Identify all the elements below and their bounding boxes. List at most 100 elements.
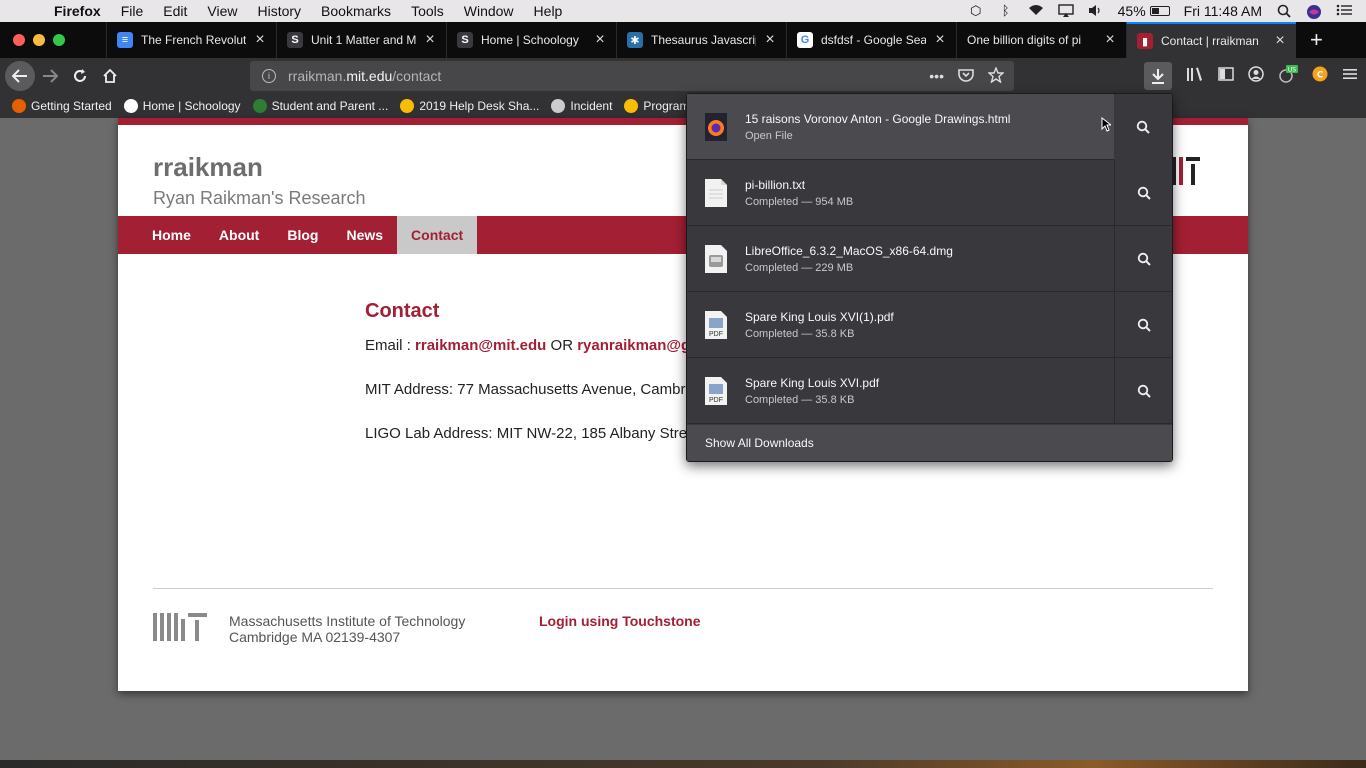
download-item[interactable]: 15 raisons Voronov Anton - Google Drawin… bbox=[687, 94, 1172, 160]
home-button[interactable] bbox=[95, 61, 125, 91]
nav-blog[interactable]: Blog bbox=[273, 216, 332, 254]
zoom-window-button[interactable] bbox=[53, 34, 65, 46]
tab-favicon-icon: G bbox=[797, 32, 813, 48]
show-in-folder-button[interactable] bbox=[1114, 160, 1172, 226]
nav-contact[interactable]: Contact bbox=[397, 216, 478, 254]
battery-indicator[interactable]: 45% bbox=[1118, 3, 1170, 19]
menu-history[interactable]: History bbox=[257, 3, 301, 19]
menu-edit[interactable]: Edit bbox=[163, 3, 187, 19]
email-link-mit[interactable]: rraikman@mit.edu bbox=[415, 337, 546, 354]
page-actions-icon[interactable]: ••• bbox=[929, 68, 944, 84]
download-item[interactable]: pi-billion.txt Completed — 954 MB bbox=[687, 160, 1172, 226]
pdf-file-icon: PDF bbox=[704, 376, 728, 406]
site-info-icon[interactable]: i bbox=[262, 69, 276, 83]
touchstone-login-link[interactable]: Login using Touchstone bbox=[539, 613, 701, 629]
reload-button[interactable] bbox=[65, 61, 95, 91]
email-link-gmail[interactable]: ryanraikman@g bbox=[577, 337, 690, 354]
show-all-downloads-button[interactable]: Show All Downloads bbox=[687, 425, 1172, 461]
downloads-list: 15 raisons Voronov Anton - Google Drawin… bbox=[687, 94, 1172, 424]
menu-tools[interactable]: Tools bbox=[411, 3, 444, 19]
tab-close-icon[interactable]: × bbox=[932, 31, 948, 49]
siri-icon[interactable] bbox=[1306, 4, 1322, 19]
tab-close-icon[interactable]: × bbox=[1272, 32, 1288, 50]
bookmark-item[interactable]: Student and Parent ... bbox=[252, 99, 388, 113]
show-in-folder-button[interactable] bbox=[1114, 292, 1172, 358]
nav-about[interactable]: About bbox=[205, 216, 273, 254]
vpn-extension-icon[interactable]: US bbox=[1278, 64, 1298, 88]
tab-close-icon[interactable]: × bbox=[762, 31, 778, 49]
nav-news[interactable]: News bbox=[332, 216, 397, 254]
browser-tab[interactable]: S Home | Schoology × bbox=[446, 22, 616, 58]
url-domain: mit.edu bbox=[346, 68, 393, 84]
bookmark-item[interactable]: Getting Started bbox=[12, 99, 112, 113]
bookmark-label: Incident bbox=[570, 99, 613, 113]
download-item[interactable]: PDF Spare King Louis XVI.pdf Completed — 3… bbox=[687, 358, 1172, 424]
browser-tab[interactable]: ✱ Thesaurus Javascript × bbox=[616, 22, 786, 58]
nav-home[interactable]: Home bbox=[138, 216, 205, 254]
site-footer: Massachusetts Institute of Technology Ca… bbox=[153, 588, 1213, 645]
new-tab-button[interactable]: + bbox=[1310, 27, 1323, 53]
tab-title: The French Revolutio bbox=[141, 33, 246, 47]
url-text[interactable]: rraikman.mit.edu/contact bbox=[288, 68, 441, 84]
tab-title: Thesaurus Javascript bbox=[651, 33, 756, 47]
bookmark-item[interactable]: Programs bbox=[624, 99, 695, 113]
menu-hamburger-icon[interactable] bbox=[1342, 67, 1358, 85]
spotlight-search-icon[interactable] bbox=[1276, 4, 1292, 18]
tab-title: dsfdsf - Google Sear bbox=[821, 33, 926, 47]
back-button[interactable] bbox=[5, 61, 35, 91]
show-in-folder-button[interactable] bbox=[1114, 226, 1172, 292]
wifi-icon[interactable] bbox=[1028, 4, 1044, 18]
menu-file[interactable]: File bbox=[121, 3, 144, 19]
tab-favicon-icon: S bbox=[457, 32, 473, 48]
show-in-folder-button[interactable] bbox=[1114, 358, 1172, 424]
tab-title: Unit 1 Matter and Me bbox=[311, 33, 416, 47]
bookmark-item[interactable]: Incident bbox=[551, 99, 612, 113]
browser-tab[interactable]: S Unit 1 Matter and Me × bbox=[276, 22, 446, 58]
menu-window[interactable]: Window bbox=[464, 3, 514, 19]
notification-center-icon[interactable] bbox=[1336, 4, 1352, 18]
menu-bookmarks[interactable]: Bookmarks bbox=[321, 3, 391, 19]
bookmark-item[interactable]: 2019 Help Desk Sha... bbox=[400, 99, 539, 113]
library-icon[interactable] bbox=[1186, 66, 1204, 86]
download-item[interactable]: LibreOffice_6.3.2_MacOS_x86-64.dmg Comple… bbox=[687, 226, 1172, 292]
bluetooth-icon[interactable]: ᛒ bbox=[998, 4, 1014, 18]
clock[interactable]: Fri 11:48 AM bbox=[1184, 3, 1262, 19]
forward-button[interactable] bbox=[35, 61, 65, 91]
browser-tab[interactable]: One billion digits of pi × bbox=[956, 22, 1126, 58]
menu-view[interactable]: View bbox=[207, 3, 237, 19]
bookmark-label: Home | Schoology bbox=[142, 99, 241, 113]
tab-strip: ≡ The French Revolutio × S Unit 1 Matter and… bbox=[0, 22, 1366, 58]
bookmark-star-icon[interactable] bbox=[987, 65, 1005, 86]
bookmark-item[interactable]: Home | Schoology bbox=[123, 99, 241, 113]
tab-close-icon[interactable]: × bbox=[1102, 31, 1118, 49]
magnifier-icon bbox=[1137, 384, 1151, 398]
bookmark-favicon-icon bbox=[252, 99, 267, 113]
tab-favicon-icon: ≡ bbox=[117, 32, 133, 48]
show-in-folder-button[interactable] bbox=[1114, 94, 1172, 160]
download-item[interactable]: PDF Spare King Louis XVI(1).pdf Completed … bbox=[687, 292, 1172, 358]
magnifier-icon bbox=[1137, 318, 1151, 332]
airplay-icon[interactable] bbox=[1057, 4, 1074, 18]
tab-close-icon[interactable]: × bbox=[592, 31, 608, 49]
browser-tab[interactable]: ▮ Contact | rraikman × bbox=[1126, 22, 1296, 58]
menu-app-name[interactable]: Firefox bbox=[54, 3, 101, 19]
mit-footer-logo-icon bbox=[153, 613, 207, 641]
tab-close-icon[interactable]: × bbox=[422, 31, 438, 49]
sidebar-toggle-icon[interactable] bbox=[1218, 67, 1234, 85]
url-bar[interactable]: i rraikman.mit.edu/contact ••• bbox=[250, 61, 1014, 91]
menu-help[interactable]: Help bbox=[534, 3, 563, 19]
volume-icon[interactable] bbox=[1088, 4, 1104, 18]
tab-close-icon[interactable]: × bbox=[252, 31, 268, 49]
cube-status-icon[interactable]: ⬡ bbox=[968, 4, 984, 18]
pocket-icon[interactable] bbox=[958, 68, 974, 85]
pdf-label: PDF bbox=[709, 396, 723, 404]
browser-tab[interactable]: Gdsfdsf - Google Sear × bbox=[786, 22, 956, 58]
minimize-window-button[interactable] bbox=[33, 34, 45, 46]
downloads-button[interactable] bbox=[1144, 62, 1172, 90]
site-title[interactable]: rraikman bbox=[153, 152, 263, 183]
close-window-button[interactable] bbox=[13, 34, 25, 46]
footer-address: Massachusetts Institute of Technology Ca… bbox=[229, 613, 465, 645]
browser-tab[interactable]: ≡ The French Revolutio × bbox=[106, 22, 276, 58]
account-icon[interactable] bbox=[1248, 66, 1264, 86]
honey-extension-icon[interactable]: C bbox=[1312, 66, 1328, 86]
